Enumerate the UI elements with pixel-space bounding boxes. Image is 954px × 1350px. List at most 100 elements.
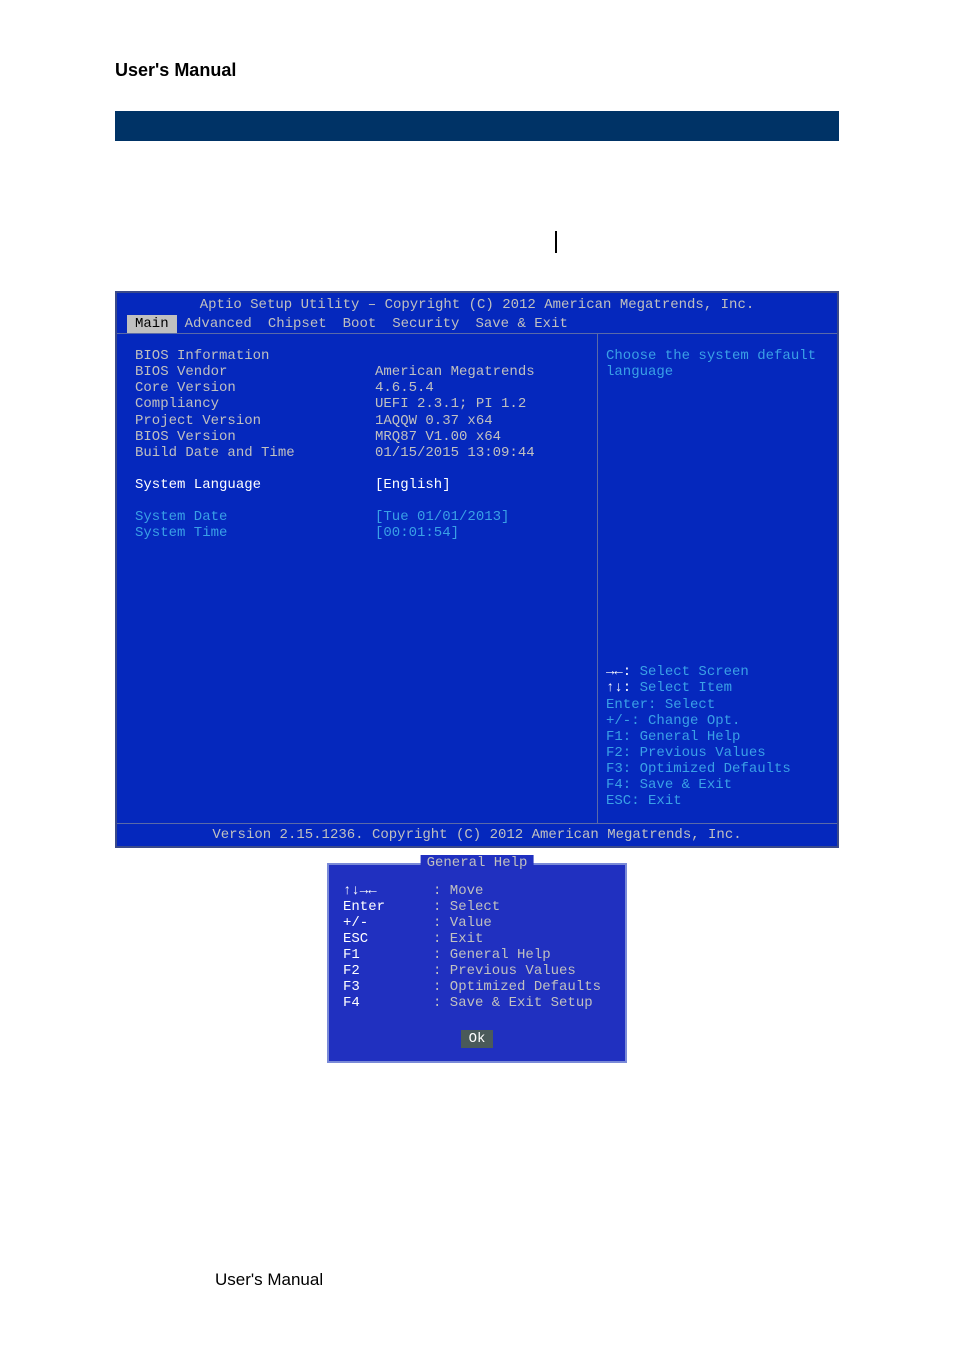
help-key-desc: Optimized Defaults: [640, 761, 791, 777]
help-key: F3:: [606, 761, 640, 777]
system-language-row[interactable]: System Language[English]: [135, 477, 579, 493]
help-key-desc: Select: [665, 697, 715, 713]
header-bar: [115, 111, 839, 141]
gh-desc: : Exit: [433, 931, 483, 947]
gh-desc: : Select: [433, 899, 500, 915]
gh-row: +/-: Value: [343, 915, 611, 931]
tab-main[interactable]: Main: [127, 315, 177, 333]
info-label: Compliancy: [135, 396, 375, 412]
gh-row: F3: Optimized Defaults: [343, 979, 611, 995]
info-row: BIOS VersionMRQ87 V1.00 x64: [135, 429, 579, 445]
help-key-row: F1: General Help: [606, 729, 829, 745]
gh-row: ↑↓→←: Move: [343, 883, 611, 899]
gh-row: F1: General Help: [343, 947, 611, 963]
system-time-value: [00:01:54]: [375, 525, 459, 541]
info-value: 1AQQW 0.37 x64: [375, 413, 493, 429]
help-key-row: +/-: Change Opt.: [606, 713, 829, 729]
help-key: F1:: [606, 729, 640, 745]
gh-row: F2: Previous Values: [343, 963, 611, 979]
gh-key: F3: [343, 979, 433, 995]
gh-row: Enter: Select: [343, 899, 611, 915]
help-key: F4:: [606, 777, 640, 793]
info-label: Core Version: [135, 380, 375, 396]
help-key: ESC:: [606, 793, 648, 809]
gh-key: F4: [343, 995, 433, 1011]
info-label: Project Version: [135, 413, 375, 429]
bios-footer: Version 2.15.1236. Copyright (C) 2012 Am…: [117, 823, 837, 846]
gh-row: ESC: Exit: [343, 931, 611, 947]
info-value: 01/15/2015 13:09:44: [375, 445, 535, 461]
info-row: CompliancyUEFI 2.3.1; PI 1.2: [135, 396, 579, 412]
bios-header: Aptio Setup Utility – Copyright (C) 2012…: [117, 293, 837, 333]
tab-boot[interactable]: Boot: [335, 315, 385, 333]
bios-left-panel: BIOS Information BIOS VendorAmerican Meg…: [117, 333, 597, 823]
gh-row: F4: Save & Exit Setup: [343, 995, 611, 1011]
info-value: MRQ87 V1.00 x64: [375, 429, 501, 445]
help-key-desc: Change Opt.: [648, 713, 740, 729]
gh-desc: : Move: [433, 883, 483, 899]
bios-window: Aptio Setup Utility – Copyright (C) 2012…: [115, 291, 839, 848]
info-label: BIOS Vendor: [135, 364, 375, 380]
help-keys: →←: Select Screen↑↓: Select ItemEnter: S…: [606, 664, 829, 809]
system-time-row[interactable]: System Time[00:01:54]: [135, 525, 579, 541]
tab-save-exit[interactable]: Save & Exit: [467, 315, 575, 333]
system-date-value: [Tue 01/01/2013]: [375, 509, 509, 525]
tab-security[interactable]: Security: [384, 315, 467, 333]
bios-body: BIOS Information BIOS VendorAmerican Meg…: [117, 333, 837, 823]
help-key: F2:: [606, 745, 640, 761]
general-help-dialog: General Help ↑↓→←: MoveEnter: Select+/-:…: [327, 863, 627, 1063]
gh-desc: : General Help: [433, 947, 551, 963]
info-label: Build Date and Time: [135, 445, 375, 461]
info-row: Build Date and Time01/15/2015 13:09:44: [135, 445, 579, 461]
bios-section-title: BIOS Information: [135, 348, 375, 364]
system-date-label: System Date: [135, 509, 375, 525]
tab-advanced[interactable]: Advanced: [177, 315, 260, 333]
system-language-value: [English]: [375, 477, 451, 493]
help-key-row: F4: Save & Exit: [606, 777, 829, 793]
help-key-desc: Exit: [648, 793, 682, 809]
gh-key: +/-: [343, 915, 433, 931]
ok-button-wrap: Ok: [343, 1031, 611, 1047]
gh-key: ESC: [343, 931, 433, 947]
gh-key: F1: [343, 947, 433, 963]
info-row: Project Version1AQQW 0.37 x64: [135, 413, 579, 429]
help-key-row: F2: Previous Values: [606, 745, 829, 761]
gh-key: Enter: [343, 899, 433, 915]
help-key: Enter:: [606, 697, 665, 713]
info-row: Core Version4.6.5.4: [135, 380, 579, 396]
tab-chipset[interactable]: Chipset: [260, 315, 335, 333]
system-language-label: System Language: [135, 477, 375, 493]
info-label: BIOS Version: [135, 429, 375, 445]
cursor-area: [115, 231, 839, 281]
info-value: 4.6.5.4: [375, 380, 434, 396]
gh-desc: : Save & Exit Setup: [433, 995, 593, 1011]
gh-desc: : Previous Values: [433, 963, 576, 979]
help-key-row: ESC: Exit: [606, 793, 829, 809]
bios-right-panel: Choose the system default language →←: S…: [597, 333, 837, 823]
info-value: UEFI 2.3.1; PI 1.2: [375, 396, 526, 412]
doc-title: User's Manual: [115, 60, 839, 81]
help-key-desc: Save & Exit: [640, 777, 732, 793]
help-description: Choose the system default language: [606, 348, 829, 380]
ok-button[interactable]: Ok: [461, 1030, 494, 1048]
text-cursor: [555, 231, 557, 253]
help-key: +/-:: [606, 713, 648, 729]
help-key-row: F3: Optimized Defaults: [606, 761, 829, 777]
info-row: BIOS VendorAmerican Megatrends: [135, 364, 579, 380]
info-value: American Megatrends: [375, 364, 535, 380]
help-key-desc: Select Item: [640, 680, 732, 696]
help-key-row: Enter: Select: [606, 697, 829, 713]
page-footer: User's Manual: [215, 1270, 323, 1290]
bios-tabs: Main Advanced Chipset Boot Security Save…: [117, 315, 837, 333]
help-key-row: →←: Select Screen: [606, 664, 829, 680]
gh-key: ↑↓→←: [343, 883, 433, 899]
help-key-desc: Select Screen: [640, 664, 749, 680]
help-key-row: ↑↓: Select Item: [606, 680, 829, 696]
system-time-label: System Time: [135, 525, 375, 541]
help-key: →←:: [606, 664, 640, 680]
system-date-row[interactable]: System Date[Tue 01/01/2013]: [135, 509, 579, 525]
gh-key: F2: [343, 963, 433, 979]
help-key: ↑↓:: [606, 680, 640, 696]
help-key-desc: Previous Values: [640, 745, 766, 761]
help-key-desc: General Help: [640, 729, 741, 745]
